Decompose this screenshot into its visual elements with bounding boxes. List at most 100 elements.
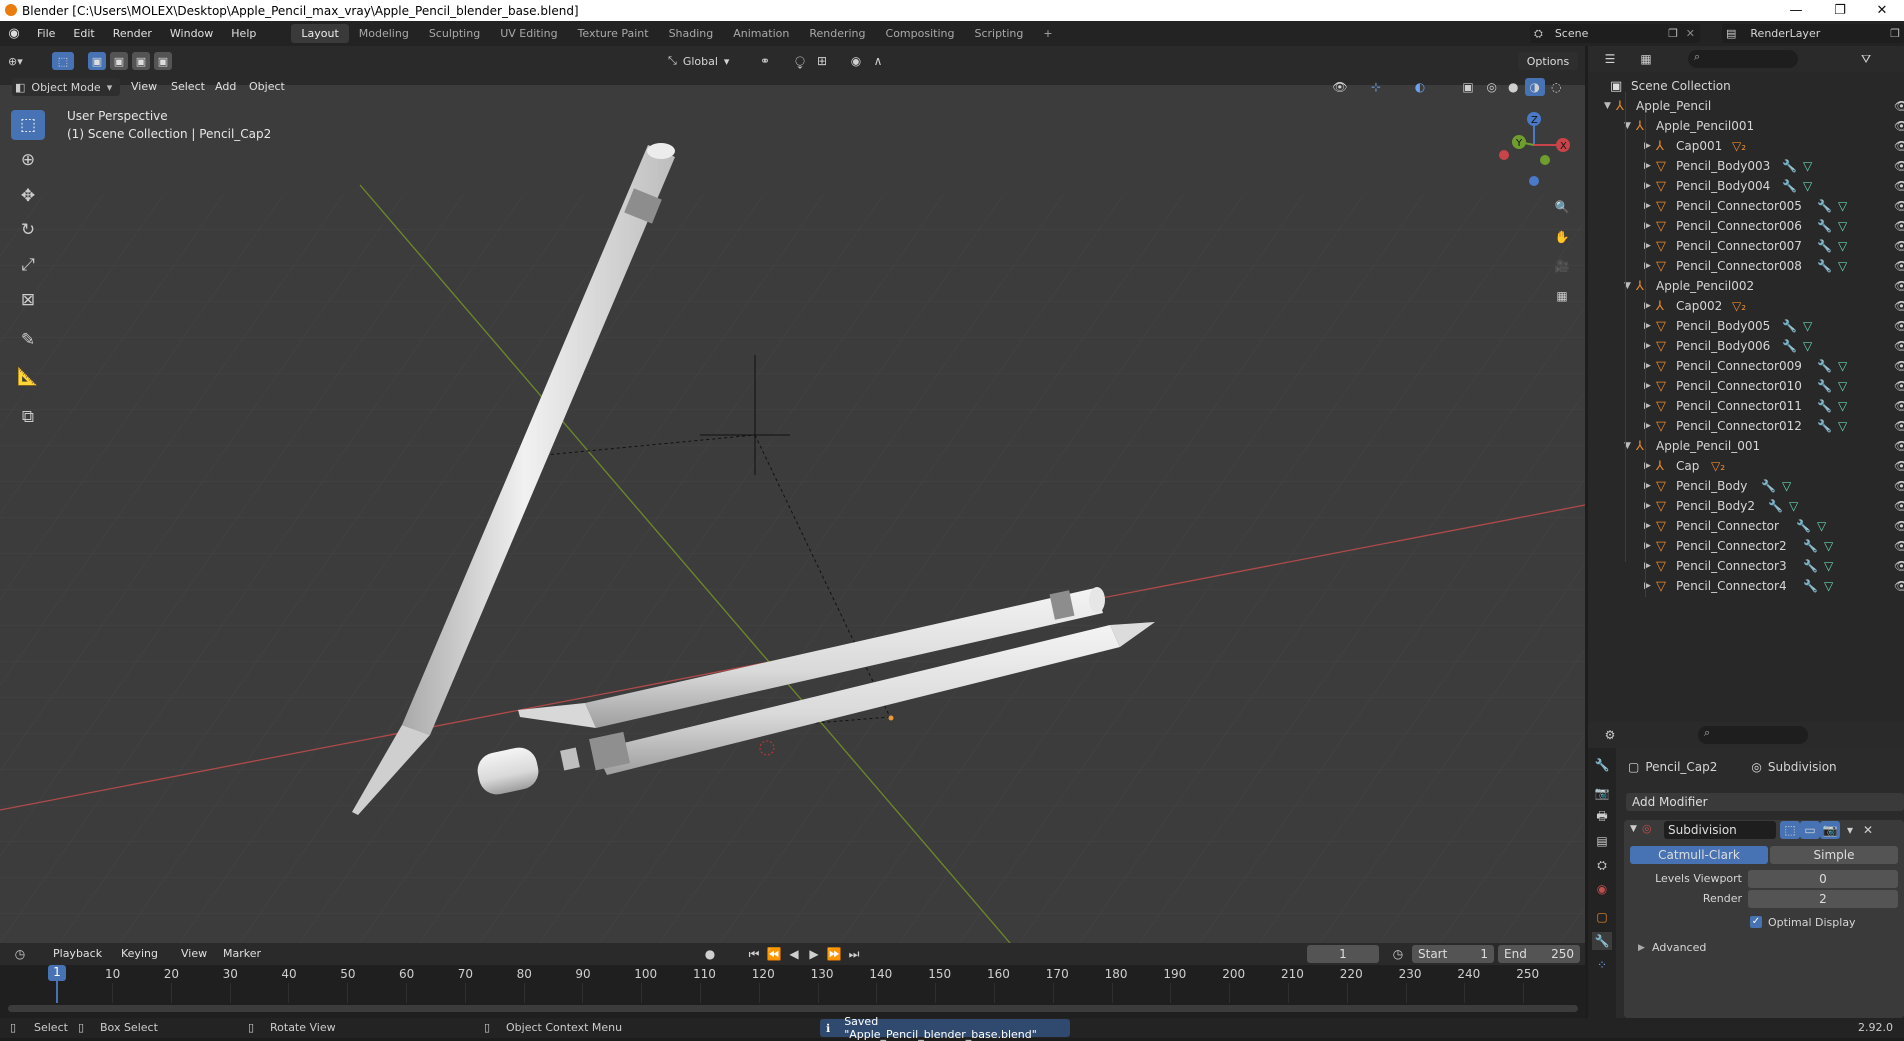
visibility-eye-icon[interactable]: 👁 xyxy=(1894,199,1904,213)
select-extend-icon[interactable]: ▣ xyxy=(110,52,128,70)
jump-end-icon[interactable]: ⏭ xyxy=(844,945,864,963)
close-icon[interactable]: ✕ xyxy=(1862,0,1902,21)
display-mode-icon[interactable]: ▦ xyxy=(1636,50,1656,68)
object-mode-dropdown[interactable]: ◧ Object Mode ▾ xyxy=(12,78,120,96)
outliner-row[interactable]: ▶ ▽ Pencil_Connector006 🔧 ▽ 👁 xyxy=(1588,216,1904,236)
timeline-menu-view[interactable]: View xyxy=(172,947,216,960)
rendered-shading-icon[interactable]: ◌ xyxy=(1547,78,1567,96)
end-frame-field[interactable]: End 250 xyxy=(1498,945,1580,963)
pan-hand-icon[interactable]: ✋ xyxy=(1552,228,1572,246)
select-tool-icon[interactable]: ⬚ xyxy=(52,52,74,70)
filter-icon[interactable]: ⛛ xyxy=(1856,50,1876,68)
outliner-row[interactable]: ▶ ⅄ Cap001 ▽₂ 👁 xyxy=(1588,136,1904,156)
modifier-data-icons[interactable]: 🔧 ▽ xyxy=(1782,159,1812,173)
visibility-eye-icon[interactable]: 👁 xyxy=(1894,579,1904,593)
properties-search-input[interactable]: ⌕ xyxy=(1698,726,1808,744)
scene-selector[interactable]: ⛭ Scene ❐ ✕ xyxy=(1530,24,1700,43)
modifier-data-icons[interactable]: 🔧 ▽ xyxy=(1768,499,1798,513)
menu-render[interactable]: Render xyxy=(104,27,161,40)
visibility-eye-icon[interactable]: 👁 xyxy=(1894,379,1904,393)
simple-button[interactable]: Simple xyxy=(1770,846,1898,864)
wireframe-shading-icon[interactable]: ◎ xyxy=(1482,78,1502,96)
add-cube-tool-icon[interactable]: ⧉ xyxy=(11,402,45,432)
tab-animation[interactable]: Animation xyxy=(723,24,799,43)
visibility-eye-icon[interactable]: 👁 xyxy=(1894,539,1904,553)
world-tab-icon[interactable]: ◉ xyxy=(1592,880,1612,898)
viewport-menu-object[interactable]: Object xyxy=(240,80,294,93)
outliner-row[interactable]: ▶ ▽ Pencil_Body2 🔧 ▽ 👁 xyxy=(1588,496,1904,516)
visibility-eye-icon[interactable]: 👁 xyxy=(1894,339,1904,353)
output-tab-icon[interactable]: 🖶 xyxy=(1592,808,1612,826)
tab-layout[interactable]: Layout xyxy=(291,24,349,43)
outliner-row[interactable]: ▼ ⅄ Apple_Pencil 👁 xyxy=(1588,96,1904,116)
view-layer-tab-icon[interactable]: ▤ xyxy=(1592,832,1612,850)
visibility-eye-icon[interactable]: 👁 xyxy=(1894,119,1904,133)
visibility-eye-icon[interactable]: 👁 xyxy=(1894,419,1904,433)
pivot-point-icon[interactable]: ⚭ xyxy=(755,52,775,70)
modifier-data-icons[interactable]: 🔧 ▽ xyxy=(1803,539,1833,553)
prev-keyframe-icon[interactable]: ⏪ xyxy=(764,945,784,963)
outliner-row[interactable]: ▼ ⅄ Apple_Pencil001 👁 xyxy=(1588,116,1904,136)
remove-scene-icon[interactable]: ✕ xyxy=(1686,27,1695,40)
outliner-row[interactable]: ▶ ▽ Pencil_Connector 🔧 ▽ 👁 xyxy=(1588,516,1904,536)
cursor-tool-icon[interactable]: ⊕ xyxy=(11,145,45,175)
tab-uv-editing[interactable]: UV Editing xyxy=(490,24,567,43)
play-reverse-icon[interactable]: ◀ xyxy=(784,945,804,963)
child-count-icon[interactable]: ▽₂ xyxy=(1732,299,1746,313)
child-count-icon[interactable]: ▽₂ xyxy=(1732,139,1746,153)
edit-mode-toggle-icon[interactable]: ⬚ xyxy=(1780,821,1800,839)
xray-icon[interactable]: ▣ xyxy=(1458,78,1478,96)
outliner-row[interactable]: ▶ ▽ Pencil_Connector012 🔧 ▽ 👁 xyxy=(1588,416,1904,436)
options-button[interactable]: Options xyxy=(1518,52,1578,70)
editor-type-icon[interactable]: ⊕▾ xyxy=(8,52,38,70)
blender-menu-icon[interactable]: ◉ xyxy=(0,26,28,41)
visibility-eye-icon[interactable]: 👁 xyxy=(1894,359,1904,373)
visibility-eye-icon[interactable]: 👁 xyxy=(1894,239,1904,253)
visibility-eye-icon[interactable]: 👁 xyxy=(1894,519,1904,533)
visibility-eye-icon[interactable]: 👁 xyxy=(1894,559,1904,573)
modifier-data-icons[interactable]: 🔧 ▽ xyxy=(1796,519,1826,533)
timeline-menu-playback[interactable]: Playback xyxy=(44,947,111,960)
outliner-row[interactable]: ▶ ▽ Pencil_Body004 🔧 ▽ 👁 xyxy=(1588,176,1904,196)
zoom-icon[interactable]: 🔍 xyxy=(1552,198,1572,216)
visibility-eye-icon[interactable]: 👁 xyxy=(1894,299,1904,313)
visibility-eye-icon[interactable]: 👁 xyxy=(1894,259,1904,273)
outliner-row[interactable]: ▼ ⅄ Apple_Pencil_001 👁 xyxy=(1588,436,1904,456)
visibility-eye-icon[interactable]: 👁 xyxy=(1894,399,1904,413)
move-tool-icon[interactable]: ✥ xyxy=(11,181,45,211)
remove-modifier-icon[interactable]: ✕ xyxy=(1858,821,1878,839)
menu-edit[interactable]: Edit xyxy=(64,27,103,40)
timeline-ruler[interactable]: 10 20 30 40 50 60 70 80 90 100 110 120 130 140 150 160 1… xyxy=(0,965,1585,1018)
timeline-menu-marker[interactable]: Marker xyxy=(214,947,270,960)
transform-orientation[interactable]: ⤡ Global ▾ xyxy=(668,52,746,70)
outliner-row[interactable]: ▶ ▽ Pencil_Connector008 🔧 ▽ 👁 xyxy=(1588,256,1904,276)
collapse-icon[interactable]: ▼ xyxy=(1604,101,1611,111)
modifier-data-icons[interactable]: 🔧 ▽ xyxy=(1782,179,1812,193)
gizmo-toggle-icon[interactable]: ⊹ xyxy=(1366,78,1386,96)
modifier-data-icons[interactable]: 🔧 ▽ xyxy=(1817,379,1847,393)
tab-texture-paint[interactable]: Texture Paint xyxy=(568,24,659,43)
viewport-toggle-icon[interactable]: ▭ xyxy=(1800,821,1820,839)
camera-icon[interactable]: 🎥 xyxy=(1552,257,1572,275)
outliner-row[interactable]: ▶ ⅄ Cap002 ▽₂ 👁 xyxy=(1588,296,1904,316)
outliner-root[interactable]: ▣ Scene Collection xyxy=(1588,76,1904,96)
levels-viewport-field[interactable]: 0 xyxy=(1748,870,1898,888)
select-invert-icon[interactable]: ▣ xyxy=(154,52,172,70)
advanced-panel-label[interactable]: Advanced xyxy=(1652,941,1706,954)
viewport-menu-view[interactable]: View xyxy=(122,80,166,93)
start-frame-field[interactable]: Start 1 xyxy=(1412,945,1494,963)
perspective-grid-icon[interactable]: ▦ xyxy=(1552,287,1572,305)
copy-scene-icon[interactable]: ❐ xyxy=(1668,27,1678,40)
transform-tool-icon[interactable]: ⊠ xyxy=(11,285,45,315)
modifier-data-icons[interactable]: 🔧 ▽ xyxy=(1817,399,1847,413)
add-modifier-button[interactable]: Add Modifier xyxy=(1626,793,1904,811)
proportional-edit-icon[interactable]: ◉ xyxy=(846,52,866,70)
visibility-eye-icon[interactable]: 👁 xyxy=(1894,319,1904,333)
modifier-data-icons[interactable]: 🔧 ▽ xyxy=(1817,219,1847,233)
menu-help[interactable]: Help xyxy=(222,27,265,40)
tab-sculpting[interactable]: Sculpting xyxy=(419,24,490,43)
tab-rendering[interactable]: Rendering xyxy=(799,24,875,43)
outliner-row[interactable]: ▶ ▽ Pencil_Body 🔧 ▽ 👁 xyxy=(1588,476,1904,496)
current-frame-field[interactable]: 1 xyxy=(1307,945,1379,963)
outliner-row[interactable]: ▶ ▽ Pencil_Connector007 🔧 ▽ 👁 xyxy=(1588,236,1904,256)
